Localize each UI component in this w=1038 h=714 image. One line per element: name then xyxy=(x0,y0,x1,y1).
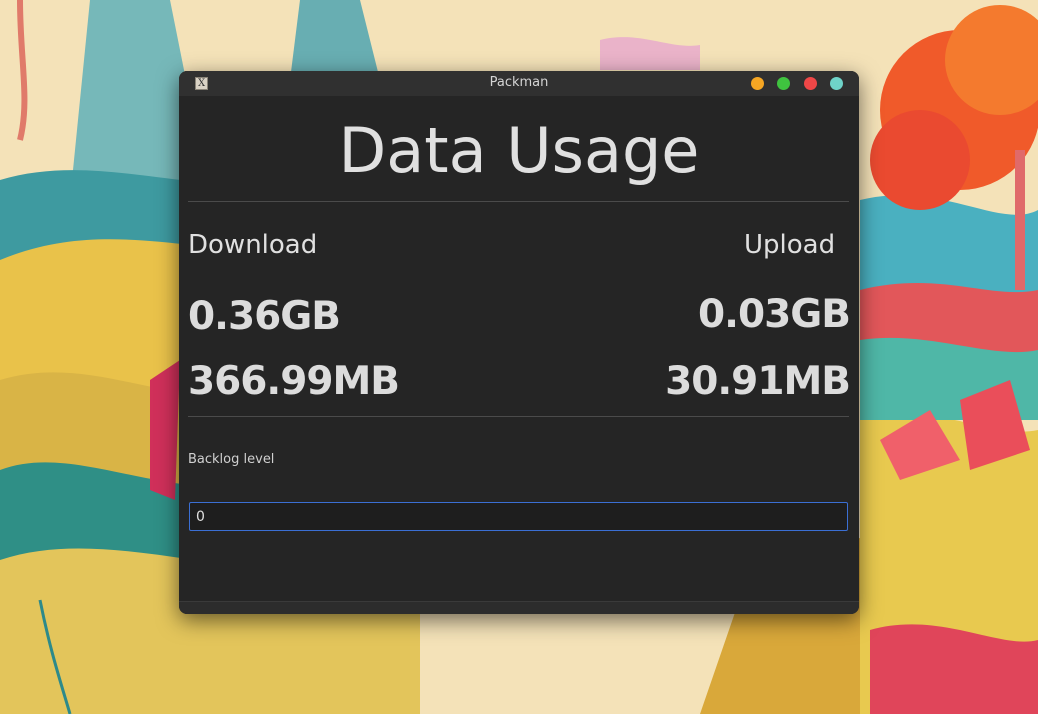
desktop: X Packman Data Usage Download Upload 0.3… xyxy=(0,0,1038,714)
packman-window: X Packman Data Usage Download Upload 0.3… xyxy=(179,71,859,614)
download-gb-value: 0.36GB xyxy=(188,294,341,339)
backlog-level-label: Backlog level xyxy=(188,452,275,467)
divider-top xyxy=(188,201,849,202)
maximize-button[interactable] xyxy=(777,77,790,90)
divider-bottom xyxy=(188,416,849,417)
upload-mb-value: 30.91MB xyxy=(665,359,851,404)
download-label: Download xyxy=(188,230,318,260)
backlog-level-input[interactable] xyxy=(189,502,848,531)
titlebar[interactable]: X Packman xyxy=(179,71,859,96)
download-mb-value: 366.99MB xyxy=(188,359,400,404)
pin-button[interactable] xyxy=(830,77,843,90)
minimize-button[interactable] xyxy=(751,77,764,90)
close-button[interactable] xyxy=(804,77,817,90)
upload-gb-value: 0.03GB xyxy=(698,292,851,337)
window-bottom-bar xyxy=(179,601,859,614)
upload-label: Upload xyxy=(744,230,836,260)
page-title: Data Usage xyxy=(338,114,700,187)
